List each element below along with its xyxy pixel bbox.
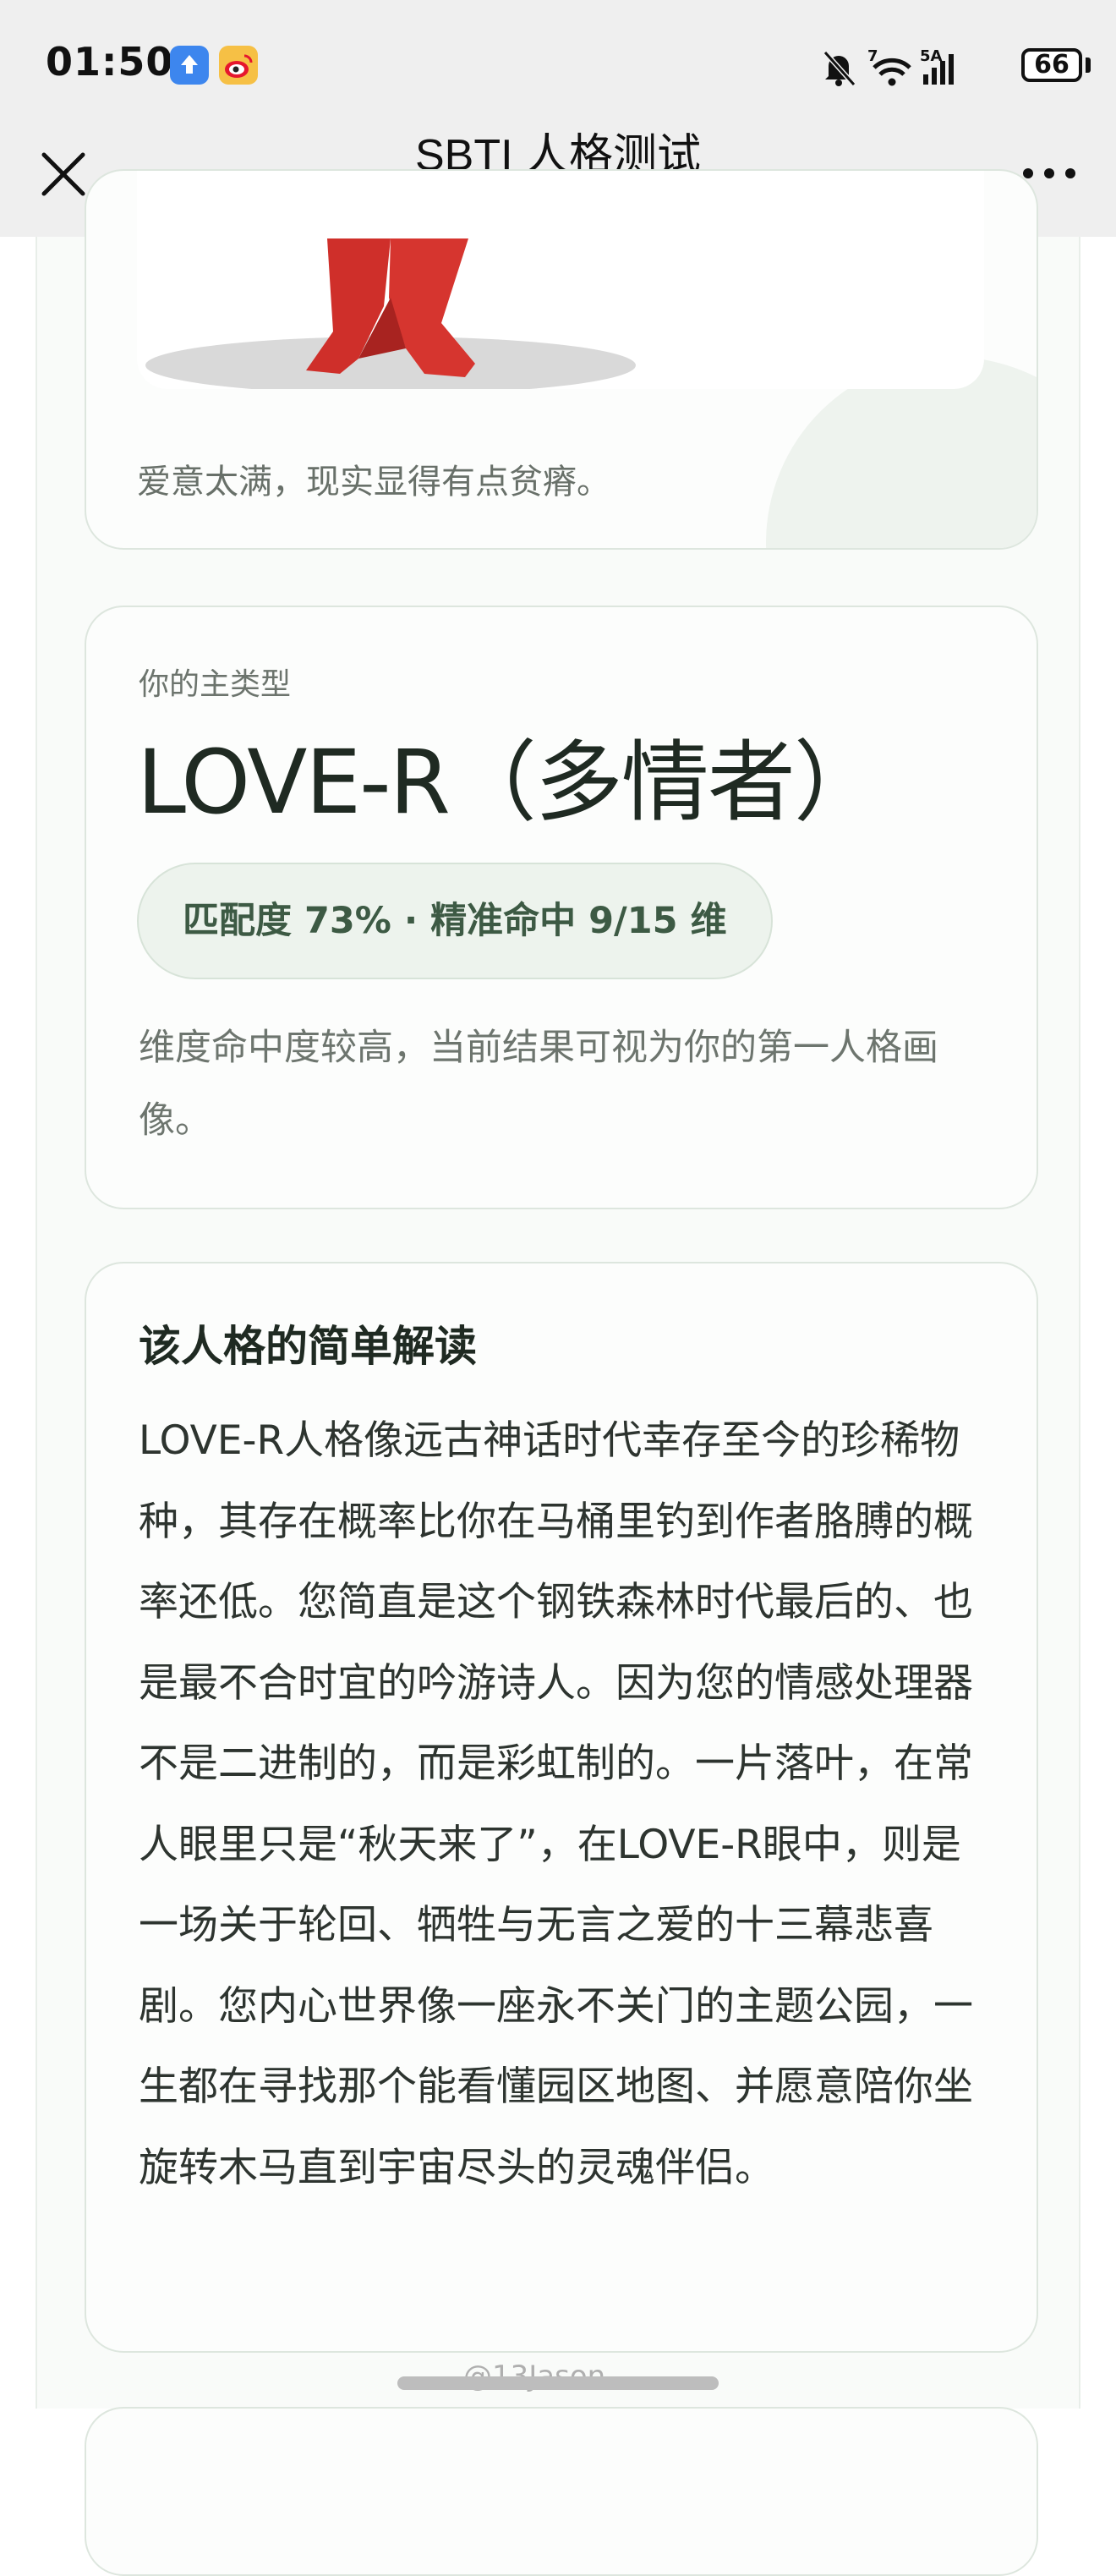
interpretation-card: 该人格的简单解读 LOVE-R人格像远古神话时代幸存至今的珍稀物种，其存在概率比… bbox=[85, 1262, 1038, 2353]
main-type-card: 你的主类型 LOVE-R（多情者） 匹配度 73% · 精准命中 9/15 维 … bbox=[85, 606, 1038, 1209]
main-type-label: 你的主类型 bbox=[139, 667, 292, 702]
system-icons: 7 5A bbox=[820, 46, 989, 93]
match-badge: 匹配度 73% · 精准命中 9/15 维 bbox=[137, 863, 773, 979]
main-type-value: LOVE-R（多情者） bbox=[137, 731, 882, 834]
interpretation-body: LOVE-R人格像远古神话时代幸存至今的珍稀物种，其存在概率比你在马桶里钓到作者… bbox=[139, 1417, 973, 2191]
main-type-description: 维度命中度较高，当前结果可视为你的第一人格画像。 bbox=[139, 1027, 938, 1142]
svg-text:5A: 5A bbox=[920, 47, 943, 65]
image-caption: 爱意太满，现实显得有点贫瘠。 bbox=[137, 463, 610, 501]
signal-icon: 5A bbox=[920, 47, 954, 85]
battery-icon: 66 bbox=[1021, 48, 1082, 82]
mute-bell-icon bbox=[823, 50, 856, 87]
wifi-icon: 7 bbox=[867, 47, 911, 86]
upload-app-icon bbox=[170, 46, 209, 85]
svg-text:7: 7 bbox=[867, 47, 878, 65]
personality-image-card: 爱意太满，现实显得有点贫瘠。 bbox=[85, 169, 1038, 550]
status-time: 01:50 bbox=[46, 39, 174, 85]
result-page[interactable]: 爱意太满，现实显得有点贫瘠。 你的主类型 LOVE-R（多情者） 匹配度 73%… bbox=[36, 169, 1080, 2576]
home-indicator[interactable] bbox=[397, 2376, 719, 2390]
weibo-app-icon bbox=[219, 46, 258, 85]
status-bar: 01:50 7 5A 66 bbox=[0, 0, 1116, 131]
next-card bbox=[85, 2407, 1038, 2576]
personality-illustration bbox=[137, 171, 984, 394]
interpretation-title: 该人格的简单解读 bbox=[139, 1322, 477, 1371]
more-icon[interactable] bbox=[1020, 165, 1079, 182]
battery-nub bbox=[1086, 58, 1091, 73]
